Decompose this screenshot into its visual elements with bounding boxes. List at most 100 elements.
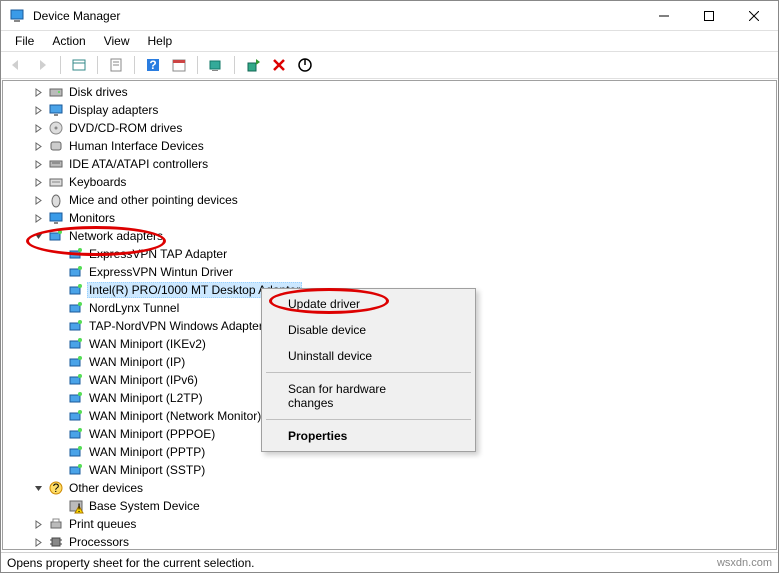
tree-item[interactable]: Display adapters xyxy=(3,101,776,119)
tree-item-label: WAN Miniport (PPPOE) xyxy=(87,427,217,441)
tree-item[interactable]: ExpressVPN TAP Adapter xyxy=(3,245,776,263)
net-icon xyxy=(68,336,84,352)
net-icon xyxy=(68,426,84,442)
close-button[interactable] xyxy=(731,2,776,30)
expand-icon[interactable] xyxy=(31,160,45,169)
tree-item[interactable]: WAN Miniport (SSTP) xyxy=(3,461,776,479)
menu-view[interactable]: View xyxy=(96,32,138,50)
disable-icon[interactable] xyxy=(294,54,316,76)
expand-icon[interactable] xyxy=(31,196,45,205)
tree-item[interactable]: ExpressVPN Wintun Driver xyxy=(3,263,776,281)
tree-item-label: ExpressVPN TAP Adapter xyxy=(87,247,229,261)
menu-action[interactable]: Action xyxy=(44,32,93,50)
tree-item-label: Keyboards xyxy=(67,175,128,189)
cpu-icon xyxy=(48,534,64,550)
menu-separator xyxy=(266,372,471,373)
expand-icon[interactable] xyxy=(31,88,45,97)
svg-text:?: ? xyxy=(53,481,60,495)
tree-item-label: ExpressVPN Wintun Driver xyxy=(87,265,235,279)
tree-item[interactable]: Disk drives xyxy=(3,83,776,101)
collapse-icon[interactable] xyxy=(31,484,45,493)
net-icon xyxy=(68,318,84,334)
context-menu: Update driverDisable deviceUninstall dev… xyxy=(261,288,476,452)
help-icon[interactable]: ? xyxy=(142,54,164,76)
keyboard-icon xyxy=(48,174,64,190)
update-driver-icon[interactable] xyxy=(242,54,264,76)
scan-hardware-icon[interactable] xyxy=(205,54,227,76)
tree-item[interactable]: ? Other devices xyxy=(3,479,776,497)
watermark: wsxdn.com xyxy=(717,557,772,569)
other-icon: ? xyxy=(48,480,64,496)
tree-item-label: WAN Miniport (IKEv2) xyxy=(87,337,208,351)
expand-icon[interactable] xyxy=(31,142,45,151)
svg-text:?: ? xyxy=(149,58,156,72)
ide-icon xyxy=(48,156,64,172)
collapse-icon[interactable] xyxy=(31,232,45,241)
context-item-disable-device[interactable]: Disable device xyxy=(264,317,473,343)
tree-item[interactable]: Keyboards xyxy=(3,173,776,191)
menu-file[interactable]: File xyxy=(7,32,42,50)
context-item-properties[interactable]: Properties xyxy=(264,423,473,449)
tree-item[interactable]: IDE ATA/ATAPI controllers xyxy=(3,155,776,173)
other-warn-icon: ! xyxy=(68,498,84,514)
back-button xyxy=(5,54,27,76)
context-item-uninstall-device[interactable]: Uninstall device xyxy=(264,343,473,369)
title-bar: Device Manager xyxy=(1,1,778,31)
svg-text:!: ! xyxy=(77,501,80,514)
mouse-icon xyxy=(48,192,64,208)
net-icon xyxy=(68,282,84,298)
expand-icon[interactable] xyxy=(31,214,45,223)
net-icon xyxy=(68,264,84,280)
menu-help[interactable]: Help xyxy=(140,32,181,50)
tree-item-label: WAN Miniport (IPv6) xyxy=(87,373,200,387)
show-hide-icon[interactable] xyxy=(68,54,90,76)
tree-item[interactable]: Mice and other pointing devices xyxy=(3,191,776,209)
tree-item-label: WAN Miniport (L2TP) xyxy=(87,391,205,405)
tree-item-label: WAN Miniport (SSTP) xyxy=(87,463,207,477)
expand-icon[interactable] xyxy=(31,538,45,547)
tree-item-label: Other devices xyxy=(67,481,145,495)
maximize-button[interactable] xyxy=(686,2,731,30)
expand-icon[interactable] xyxy=(31,124,45,133)
tree-item[interactable]: Network adapters xyxy=(3,227,776,245)
net-icon xyxy=(68,408,84,424)
expand-icon[interactable] xyxy=(31,520,45,529)
uninstall-icon[interactable] xyxy=(268,54,290,76)
tree-item[interactable]: DVD/CD-ROM drives xyxy=(3,119,776,137)
properties-icon[interactable] xyxy=(105,54,127,76)
monitor-icon xyxy=(48,210,64,226)
tree-item[interactable]: Monitors xyxy=(3,209,776,227)
tree-item-label: Monitors xyxy=(67,211,117,225)
tree-item-label: NordLynx Tunnel xyxy=(87,301,181,315)
context-item-scan-for-hardware-changes[interactable]: Scan for hardware changes xyxy=(264,376,473,416)
toolbar: ? xyxy=(1,51,778,79)
tree-item-label: WAN Miniport (IP) xyxy=(87,355,187,369)
display-icon xyxy=(48,102,64,118)
net-icon xyxy=(68,462,84,478)
menu-separator xyxy=(266,419,471,420)
tree-item-label: IDE ATA/ATAPI controllers xyxy=(67,157,210,171)
net-icon xyxy=(68,444,84,460)
disk-icon xyxy=(48,84,64,100)
forward-button xyxy=(31,54,53,76)
tree-item[interactable]: Print queues xyxy=(3,515,776,533)
dvd-icon xyxy=(48,120,64,136)
hid-icon xyxy=(48,138,64,154)
tree-item[interactable]: Processors xyxy=(3,533,776,550)
tree-item[interactable]: Human Interface Devices xyxy=(3,137,776,155)
calendar-icon[interactable] xyxy=(168,54,190,76)
tree-item-label: Mice and other pointing devices xyxy=(67,193,240,207)
tree-item-label: Network adapters xyxy=(67,229,165,243)
context-item-update-driver[interactable]: Update driver xyxy=(264,291,473,317)
status-text: Opens property sheet for the current sel… xyxy=(7,556,254,570)
tree-item[interactable]: !Base System Device xyxy=(3,497,776,515)
tree-item-label: Display adapters xyxy=(67,103,160,117)
minimize-button[interactable] xyxy=(641,2,686,30)
expand-icon[interactable] xyxy=(31,178,45,187)
tree-item-label: Processors xyxy=(67,535,131,549)
expand-icon[interactable] xyxy=(31,106,45,115)
tree-item-label: DVD/CD-ROM drives xyxy=(67,121,184,135)
tree-item-label: TAP-NordVPN Windows Adapter V9 xyxy=(87,319,283,333)
net-icon xyxy=(48,228,64,244)
net-icon xyxy=(68,246,84,262)
